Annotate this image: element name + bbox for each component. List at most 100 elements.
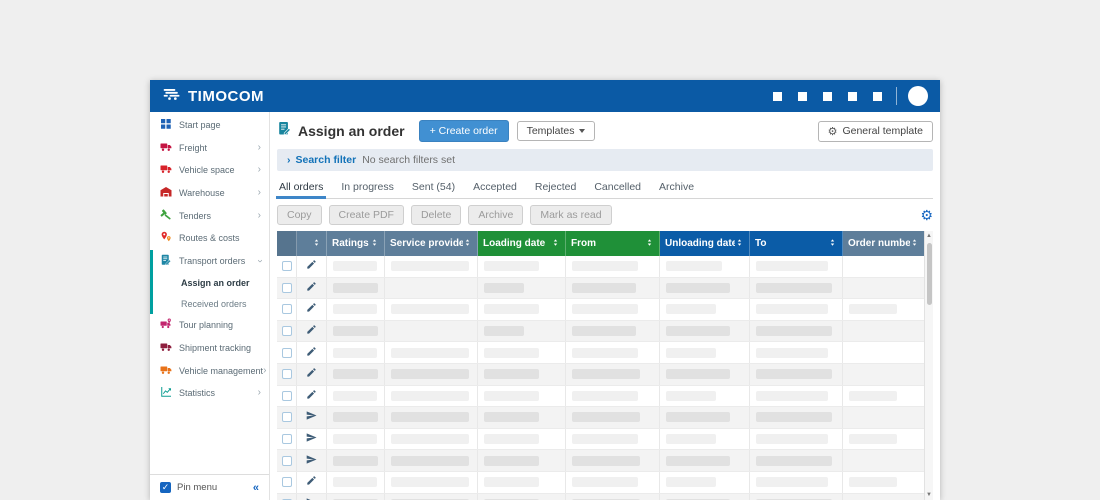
send-icon[interactable] — [306, 452, 317, 470]
sidebar-item-transport-orders[interactable]: Transport orders› — [153, 250, 269, 273]
pin-menu-checkbox[interactable]: ✓ — [160, 482, 171, 493]
pencil-icon[interactable] — [306, 300, 317, 318]
row-checkbox[interactable] — [282, 348, 292, 358]
sidebar-item-start-page[interactable]: Start page — [150, 114, 269, 137]
sort-icon — [910, 238, 919, 250]
cell-unloading — [660, 472, 750, 493]
tab-accepted[interactable]: Accepted — [473, 179, 517, 198]
send-icon[interactable] — [306, 430, 317, 448]
pencil-icon[interactable] — [306, 365, 317, 383]
table-row[interactable] — [277, 429, 924, 451]
scroll-down-icon[interactable]: ▼ — [926, 490, 932, 500]
cell-order — [843, 429, 924, 450]
column-header-loading[interactable]: Loading date — [478, 231, 566, 256]
archive-button[interactable]: Archive — [468, 205, 523, 225]
table-row[interactable] — [277, 321, 924, 343]
create-order-button[interactable]: + Create order — [419, 120, 509, 142]
create-pdf-button[interactable]: Create PDF — [329, 205, 404, 225]
tab-rejected[interactable]: Rejected — [535, 179, 576, 198]
row-checkbox[interactable] — [282, 326, 292, 336]
table-row[interactable] — [277, 386, 924, 408]
sidebar-item-vehicle-management[interactable]: Vehicle management› — [150, 359, 269, 382]
cell-provider — [385, 299, 478, 320]
tab-archive[interactable]: Archive — [659, 179, 694, 198]
sidebar-item-freight[interactable]: Freight› — [150, 137, 269, 160]
placeholder-text — [666, 434, 716, 444]
cell-provider — [385, 472, 478, 493]
tab-in-progress[interactable]: In progress — [341, 179, 394, 198]
app-menu-square-icon[interactable] — [873, 92, 882, 101]
sidebar-item-tour-planning[interactable]: Tour planning — [150, 314, 269, 337]
table-row[interactable] — [277, 342, 924, 364]
row-checkbox[interactable] — [282, 434, 292, 444]
sidebar-item-statistics[interactable]: Statistics› — [150, 382, 269, 405]
row-checkbox[interactable] — [282, 304, 292, 314]
tab-all-orders[interactable]: All orders — [279, 179, 323, 198]
scroll-up-icon[interactable]: ▲ — [926, 231, 932, 241]
column-header-unloading[interactable]: Unloading date — [660, 231, 750, 256]
vertical-scrollbar[interactable]: ▲ ▼ — [924, 231, 933, 500]
pencil-icon[interactable] — [306, 473, 317, 491]
pencil-icon[interactable] — [306, 387, 317, 405]
app-menu-square-icon[interactable] — [798, 92, 807, 101]
sidebar-item-shipment-tracking[interactable]: Shipment tracking — [150, 337, 269, 360]
table-settings-gear-icon[interactable]: ⚙ — [920, 208, 933, 222]
sidebar-subitem-received-orders[interactable]: Received orders — [153, 293, 269, 314]
table-row[interactable] — [277, 364, 924, 386]
app-menu-square-icon[interactable] — [773, 92, 782, 101]
column-header-provider[interactable]: Service provider — [385, 231, 478, 256]
user-avatar[interactable] — [908, 86, 928, 106]
table-row[interactable] — [277, 407, 924, 429]
placeholder-text — [484, 326, 524, 336]
mark-as-read-button[interactable]: Mark as read — [530, 205, 611, 225]
copy-button[interactable]: Copy — [277, 205, 322, 225]
row-checkbox[interactable] — [282, 369, 292, 379]
row-checkbox[interactable] — [282, 283, 292, 293]
pencil-icon[interactable] — [306, 322, 317, 340]
table-row[interactable] — [277, 299, 924, 321]
table-row[interactable] — [277, 256, 924, 278]
orders-table: RatingsService providerLoading dateFromU… — [277, 231, 924, 500]
pencil-icon[interactable] — [306, 344, 317, 362]
table-row[interactable] — [277, 278, 924, 300]
pencil-icon[interactable] — [306, 257, 317, 275]
table-row[interactable] — [277, 450, 924, 472]
table-row[interactable] — [277, 472, 924, 494]
app-menu-square-icon[interactable] — [848, 92, 857, 101]
tab-cancelled[interactable]: Cancelled — [594, 179, 641, 198]
column-header-order[interactable]: Order number — [843, 231, 924, 256]
cell-provider — [385, 321, 478, 342]
placeholder-text — [849, 391, 897, 401]
column-header-to[interactable]: To — [750, 231, 843, 256]
column-header-ratings[interactable]: Ratings — [327, 231, 385, 256]
sidebar-subitem-assign-an-order[interactable]: Assign an order — [153, 272, 269, 293]
tab-sent-54-[interactable]: Sent (54) — [412, 179, 455, 198]
delete-button[interactable]: Delete — [411, 205, 461, 225]
row-checkbox[interactable] — [282, 477, 292, 487]
pencil-icon[interactable] — [306, 279, 317, 297]
scrollbar-thumb[interactable] — [927, 243, 932, 305]
row-checkbox[interactable] — [282, 391, 292, 401]
row-checkbox[interactable] — [282, 412, 292, 422]
send-icon[interactable] — [306, 495, 317, 500]
general-template-button[interactable]: ⚙ General template — [818, 121, 933, 142]
app-menu-square-icon[interactable] — [823, 92, 832, 101]
sidebar-item-tenders[interactable]: Tenders› — [150, 204, 269, 227]
column-header-from[interactable]: From — [566, 231, 660, 256]
row-checkbox[interactable] — [282, 261, 292, 271]
sidebar-item-warehouse[interactable]: Warehouse› — [150, 182, 269, 205]
templates-button[interactable]: Templates — [517, 121, 596, 141]
table-row[interactable] — [277, 494, 924, 500]
search-filter-bar[interactable]: › Search filter No search filters set — [277, 149, 933, 171]
sidebar-item-routes-costs[interactable]: Routes & costs — [150, 227, 269, 250]
sidebar-item-vehicle-space[interactable]: Vehicle space› — [150, 159, 269, 182]
cell-unloading — [660, 450, 750, 471]
sort-icon — [735, 238, 744, 250]
placeholder-text — [333, 456, 378, 466]
send-icon[interactable] — [306, 408, 317, 426]
row-select-cell — [277, 299, 297, 320]
row-checkbox[interactable] — [282, 456, 292, 466]
collapse-sidebar-icon[interactable]: « — [253, 482, 259, 494]
cell-provider — [385, 256, 478, 277]
column-header-edit[interactable] — [297, 231, 327, 256]
